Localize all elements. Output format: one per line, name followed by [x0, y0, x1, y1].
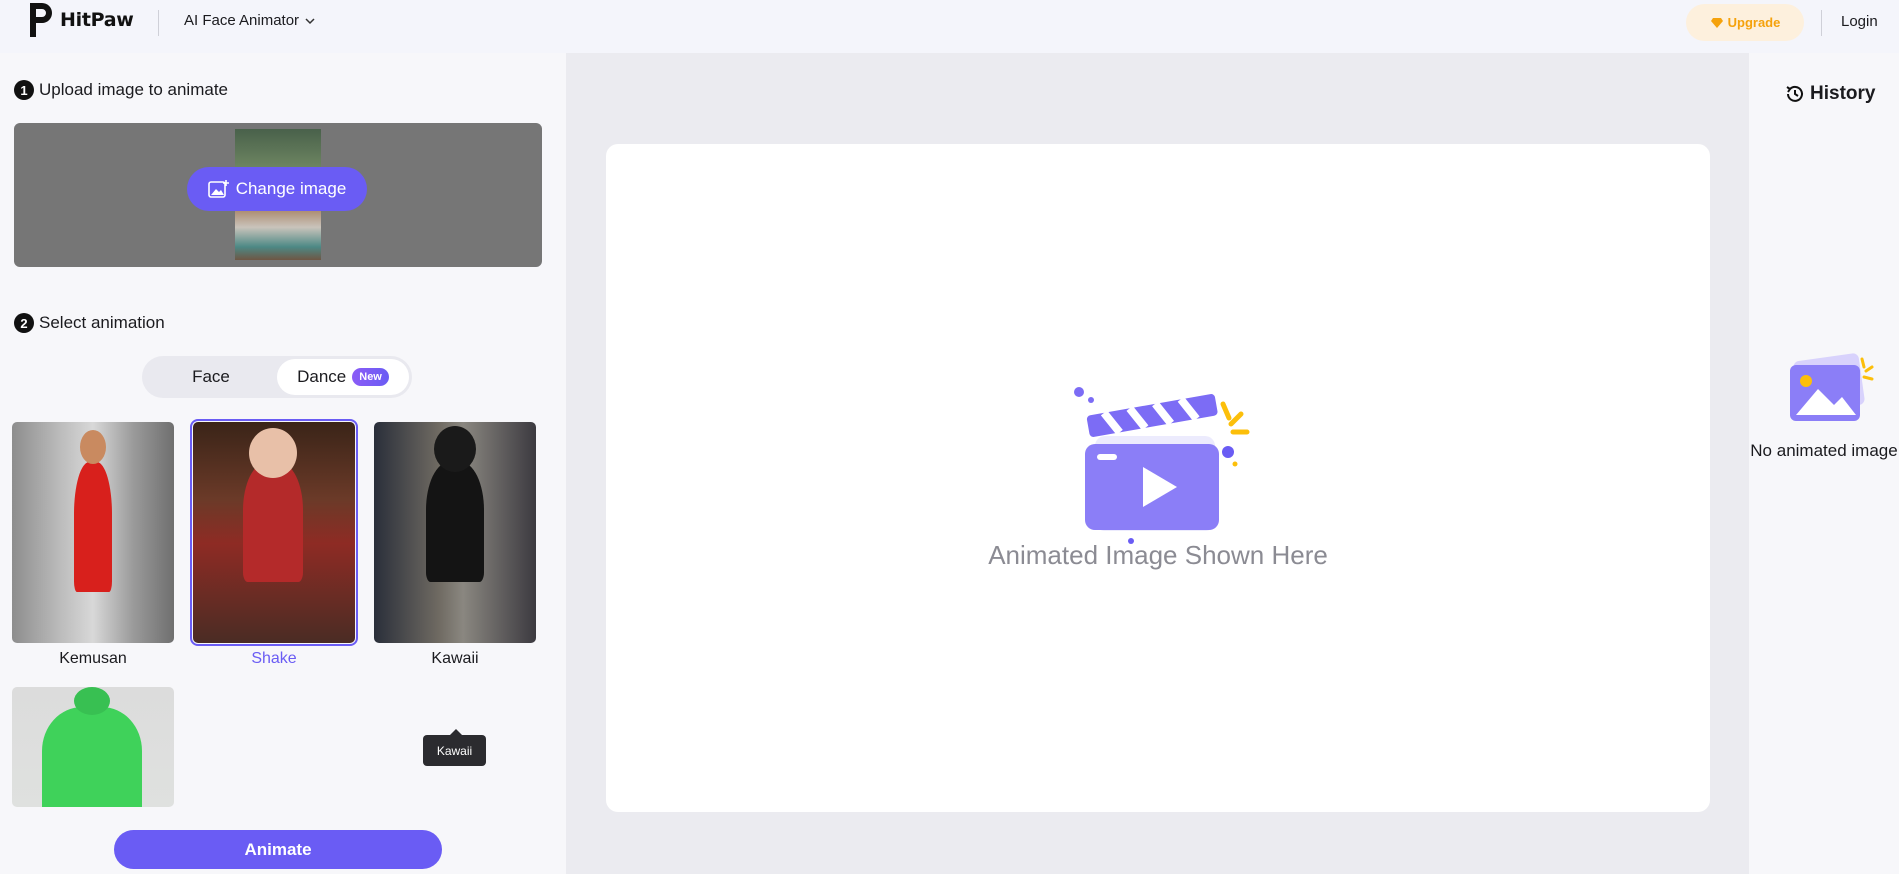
tab-face-label: Face — [192, 367, 230, 386]
animation-card-label: Shake — [251, 650, 297, 667]
hitpaw-logo-icon — [30, 3, 52, 37]
left-panel: 1 Upload image to animate Change image 2… — [0, 53, 566, 874]
upload-dropzone[interactable]: Change image — [14, 123, 542, 267]
tab-dance[interactable]: Dance New — [277, 359, 409, 395]
video-clapper-icon — [1074, 387, 1250, 544]
header-divider — [158, 10, 159, 36]
new-badge: New — [352, 368, 389, 386]
preview-canvas: Animated Image Shown Here — [606, 144, 1710, 812]
figure-shape — [74, 462, 112, 592]
animation-card-label: Kawaii — [431, 650, 479, 667]
tooltip: Kawaii — [423, 729, 486, 766]
product-name: AI Face Animator — [184, 12, 300, 29]
image-add-icon — [207, 180, 229, 198]
top-header: HitPaw AI Face Animator Upgrade Login — [0, 0, 1899, 53]
history-icon — [1786, 85, 1803, 102]
tab-dance-label: Dance — [297, 367, 347, 386]
chevron-down-icon — [305, 17, 315, 24]
history-label: History — [1810, 83, 1876, 104]
figure-shape — [80, 430, 106, 464]
animation-card-kemusan[interactable]: Kemusan — [12, 422, 174, 668]
upgrade-label: Upgrade — [1727, 15, 1781, 30]
figure-shape — [249, 428, 297, 478]
animation-type-tabs: Face Dance New — [142, 356, 412, 398]
animation-card-kawaii[interactable]: Kawaii — [374, 422, 536, 668]
animation-thumbnail — [190, 419, 358, 646]
header-divider — [1821, 10, 1822, 36]
animation-card-label: Kemusan — [59, 650, 127, 667]
login-link[interactable]: Login — [1841, 13, 1878, 30]
animate-button[interactable]: Animate — [114, 830, 442, 869]
history-button[interactable]: History — [1785, 83, 1875, 105]
change-image-label: Change image — [235, 179, 347, 198]
brand-name: HitPaw — [60, 9, 134, 31]
preview-panel: Animated Image Shown Here — [566, 53, 1749, 874]
upgrade-button[interactable]: Upgrade — [1686, 4, 1804, 41]
animation-card-green[interactable] — [12, 687, 174, 807]
tab-face[interactable]: Face — [145, 359, 277, 395]
step2-number: 2 — [14, 313, 34, 333]
brand-logo[interactable]: HitPaw — [26, 0, 134, 40]
placeholder-text: Animated Image Shown Here — [988, 540, 1328, 570]
product-dropdown[interactable]: AI Face Animator — [184, 12, 315, 29]
step2-label: Select animation — [39, 313, 165, 332]
step1-title: 1 Upload image to animate — [14, 80, 228, 100]
history-panel: History No animated image — [1749, 53, 1899, 874]
figure-shape — [74, 687, 110, 715]
figure-shape — [434, 426, 476, 472]
diamond-icon — [1710, 17, 1723, 28]
figure-shape — [426, 462, 484, 582]
animation-thumbnail — [12, 687, 174, 807]
figure-shape — [42, 707, 142, 807]
animation-thumbnail — [12, 422, 174, 643]
empty-history-text: No animated image — [1750, 441, 1898, 460]
step1-number: 1 — [14, 80, 34, 100]
figure-shape — [243, 462, 303, 582]
step2-title: 2 Select animation — [14, 313, 165, 333]
step1-label: Upload image to animate — [39, 80, 229, 99]
empty-image-icon — [1790, 353, 1874, 421]
animation-card-shake[interactable]: Shake — [190, 419, 358, 668]
change-image-button[interactable]: Change image — [187, 167, 367, 211]
animation-thumbnail — [374, 422, 536, 643]
